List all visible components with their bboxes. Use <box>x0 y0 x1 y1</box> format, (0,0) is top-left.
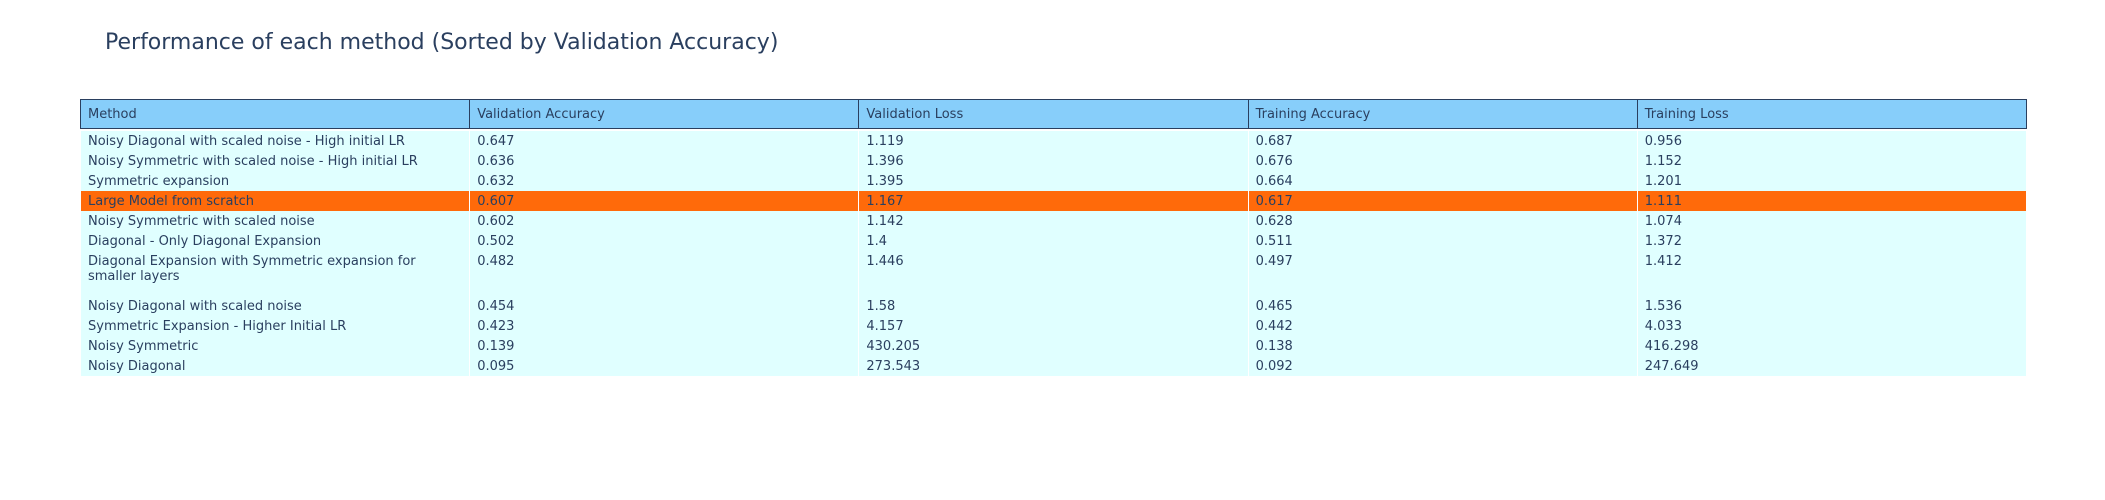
cell-method: Noisy Symmetric with scaled noise <box>79 211 471 231</box>
cell-validation-loss: 1.395 <box>858 171 1249 191</box>
cell-training-accuracy: 0.138 <box>1247 336 1638 356</box>
cell-training-loss: 1.536 <box>1636 296 2027 316</box>
header-row: Method Validation Accuracy Validation Lo… <box>79 99 2027 129</box>
cell-training-loss: 1.074 <box>1636 211 2027 231</box>
cell-method: Diagonal - Only Diagonal Expansion <box>79 231 471 251</box>
cell-training-accuracy: 0.664 <box>1247 171 1638 191</box>
cell-validation-accuracy: 0.632 <box>469 171 860 191</box>
cell-training-loss: 1.412 <box>1636 251 2027 296</box>
cell-training-accuracy: 0.497 <box>1247 251 1638 296</box>
header-training-loss: Training Loss <box>1636 99 2027 129</box>
cell-training-loss: 1.152 <box>1636 151 2027 171</box>
cell-method: Noisy Diagonal with scaled noise <box>79 296 471 316</box>
cell-validation-loss: 1.58 <box>858 296 1249 316</box>
cell-validation-accuracy: 0.139 <box>469 336 860 356</box>
table-row: Noisy Symmetric 0.139 430.205 0.138 416.298 <box>79 336 2027 356</box>
cell-validation-accuracy: 0.602 <box>469 211 860 231</box>
cell-training-loss: 1.372 <box>1636 231 2027 251</box>
cell-validation-accuracy: 0.647 <box>469 131 860 151</box>
performance-table-container: Method Validation Accuracy Validation Lo… <box>79 99 2027 376</box>
header-validation-loss: Validation Loss <box>858 99 1249 129</box>
cell-validation-loss: 1.167 <box>858 191 1249 211</box>
cell-validation-loss: 1.446 <box>858 251 1249 296</box>
cell-method: Noisy Diagonal with scaled noise - High … <box>79 131 471 151</box>
cell-method: Large Model from scratch <box>79 191 471 211</box>
cell-method: Diagonal Expansion with Symmetric expans… <box>79 251 471 296</box>
header-method: Method <box>79 99 471 129</box>
cell-validation-accuracy: 0.502 <box>469 231 860 251</box>
table-row: Symmetric expansion 0.632 1.395 0.664 1.201 <box>79 171 2027 191</box>
cell-training-accuracy: 0.687 <box>1247 131 1638 151</box>
cell-training-loss: 0.956 <box>1636 131 2027 151</box>
cell-training-loss: 4.033 <box>1636 316 2027 336</box>
cell-validation-loss: 1.142 <box>858 211 1249 231</box>
table-row: Symmetric Expansion - Higher Initial LR 0… <box>79 316 2027 336</box>
cell-validation-accuracy: 0.636 <box>469 151 860 171</box>
cell-validation-accuracy: 0.607 <box>469 191 860 211</box>
cell-validation-accuracy: 0.454 <box>469 296 860 316</box>
cell-training-accuracy: 0.617 <box>1247 191 1638 211</box>
cell-training-loss: 416.298 <box>1636 336 2027 356</box>
cell-method: Noisy Symmetric with scaled noise - High… <box>79 151 471 171</box>
cell-method: Noisy Symmetric <box>79 336 471 356</box>
table-row: Diagonal Expansion with Symmetric expans… <box>79 251 2027 296</box>
cell-validation-loss: 1.396 <box>858 151 1249 171</box>
table-row: Noisy Diagonal 0.095 273.543 0.092 247.649 <box>79 356 2027 376</box>
cell-method: Symmetric expansion <box>79 171 471 191</box>
cell-validation-accuracy: 0.423 <box>469 316 860 336</box>
cell-training-accuracy: 0.465 <box>1247 296 1638 316</box>
cell-training-loss: 1.111 <box>1636 191 2027 211</box>
header-training-accuracy: Training Accuracy <box>1247 99 1638 129</box>
cell-training-accuracy: 0.092 <box>1247 356 1638 376</box>
cell-training-accuracy: 0.442 <box>1247 316 1638 336</box>
table-row: Large Model from scratch 0.607 1.167 0.617 1… <box>79 191 2027 211</box>
table-row: Noisy Diagonal with scaled noise 0.454 1.5… <box>79 296 2027 316</box>
cell-validation-loss: 4.157 <box>858 316 1249 336</box>
performance-table: Method Validation Accuracy Validation Lo… <box>79 99 2027 376</box>
cell-training-accuracy: 0.628 <box>1247 211 1638 231</box>
cell-validation-loss: 1.4 <box>858 231 1249 251</box>
table-row: Noisy Diagonal with scaled noise - High … <box>79 131 2027 151</box>
cell-method: Symmetric Expansion - Higher Initial LR <box>79 316 471 336</box>
cell-validation-accuracy: 0.482 <box>469 251 860 296</box>
cell-training-accuracy: 0.511 <box>1247 231 1638 251</box>
cell-method: Noisy Diagonal <box>79 356 471 376</box>
cell-validation-loss: 430.205 <box>858 336 1249 356</box>
cell-training-loss: 247.649 <box>1636 356 2027 376</box>
cell-validation-loss: 273.543 <box>858 356 1249 376</box>
cell-training-loss: 1.201 <box>1636 171 2027 191</box>
header-validation-accuracy: Validation Accuracy <box>469 99 860 129</box>
table-body: Noisy Diagonal with scaled noise - High … <box>79 128 2027 376</box>
cell-training-accuracy: 0.676 <box>1247 151 1638 171</box>
table-row: Noisy Symmetric with scaled noise 0.602 1.… <box>79 211 2027 231</box>
table-row: Noisy Symmetric with scaled noise - High… <box>79 151 2027 171</box>
chart-title: Performance of each method (Sorted by Va… <box>105 30 779 55</box>
cell-validation-accuracy: 0.095 <box>469 356 860 376</box>
cell-validation-loss: 1.119 <box>858 131 1249 151</box>
table-row: Diagonal - Only Diagonal Expansion 0.502 1… <box>79 231 2027 251</box>
